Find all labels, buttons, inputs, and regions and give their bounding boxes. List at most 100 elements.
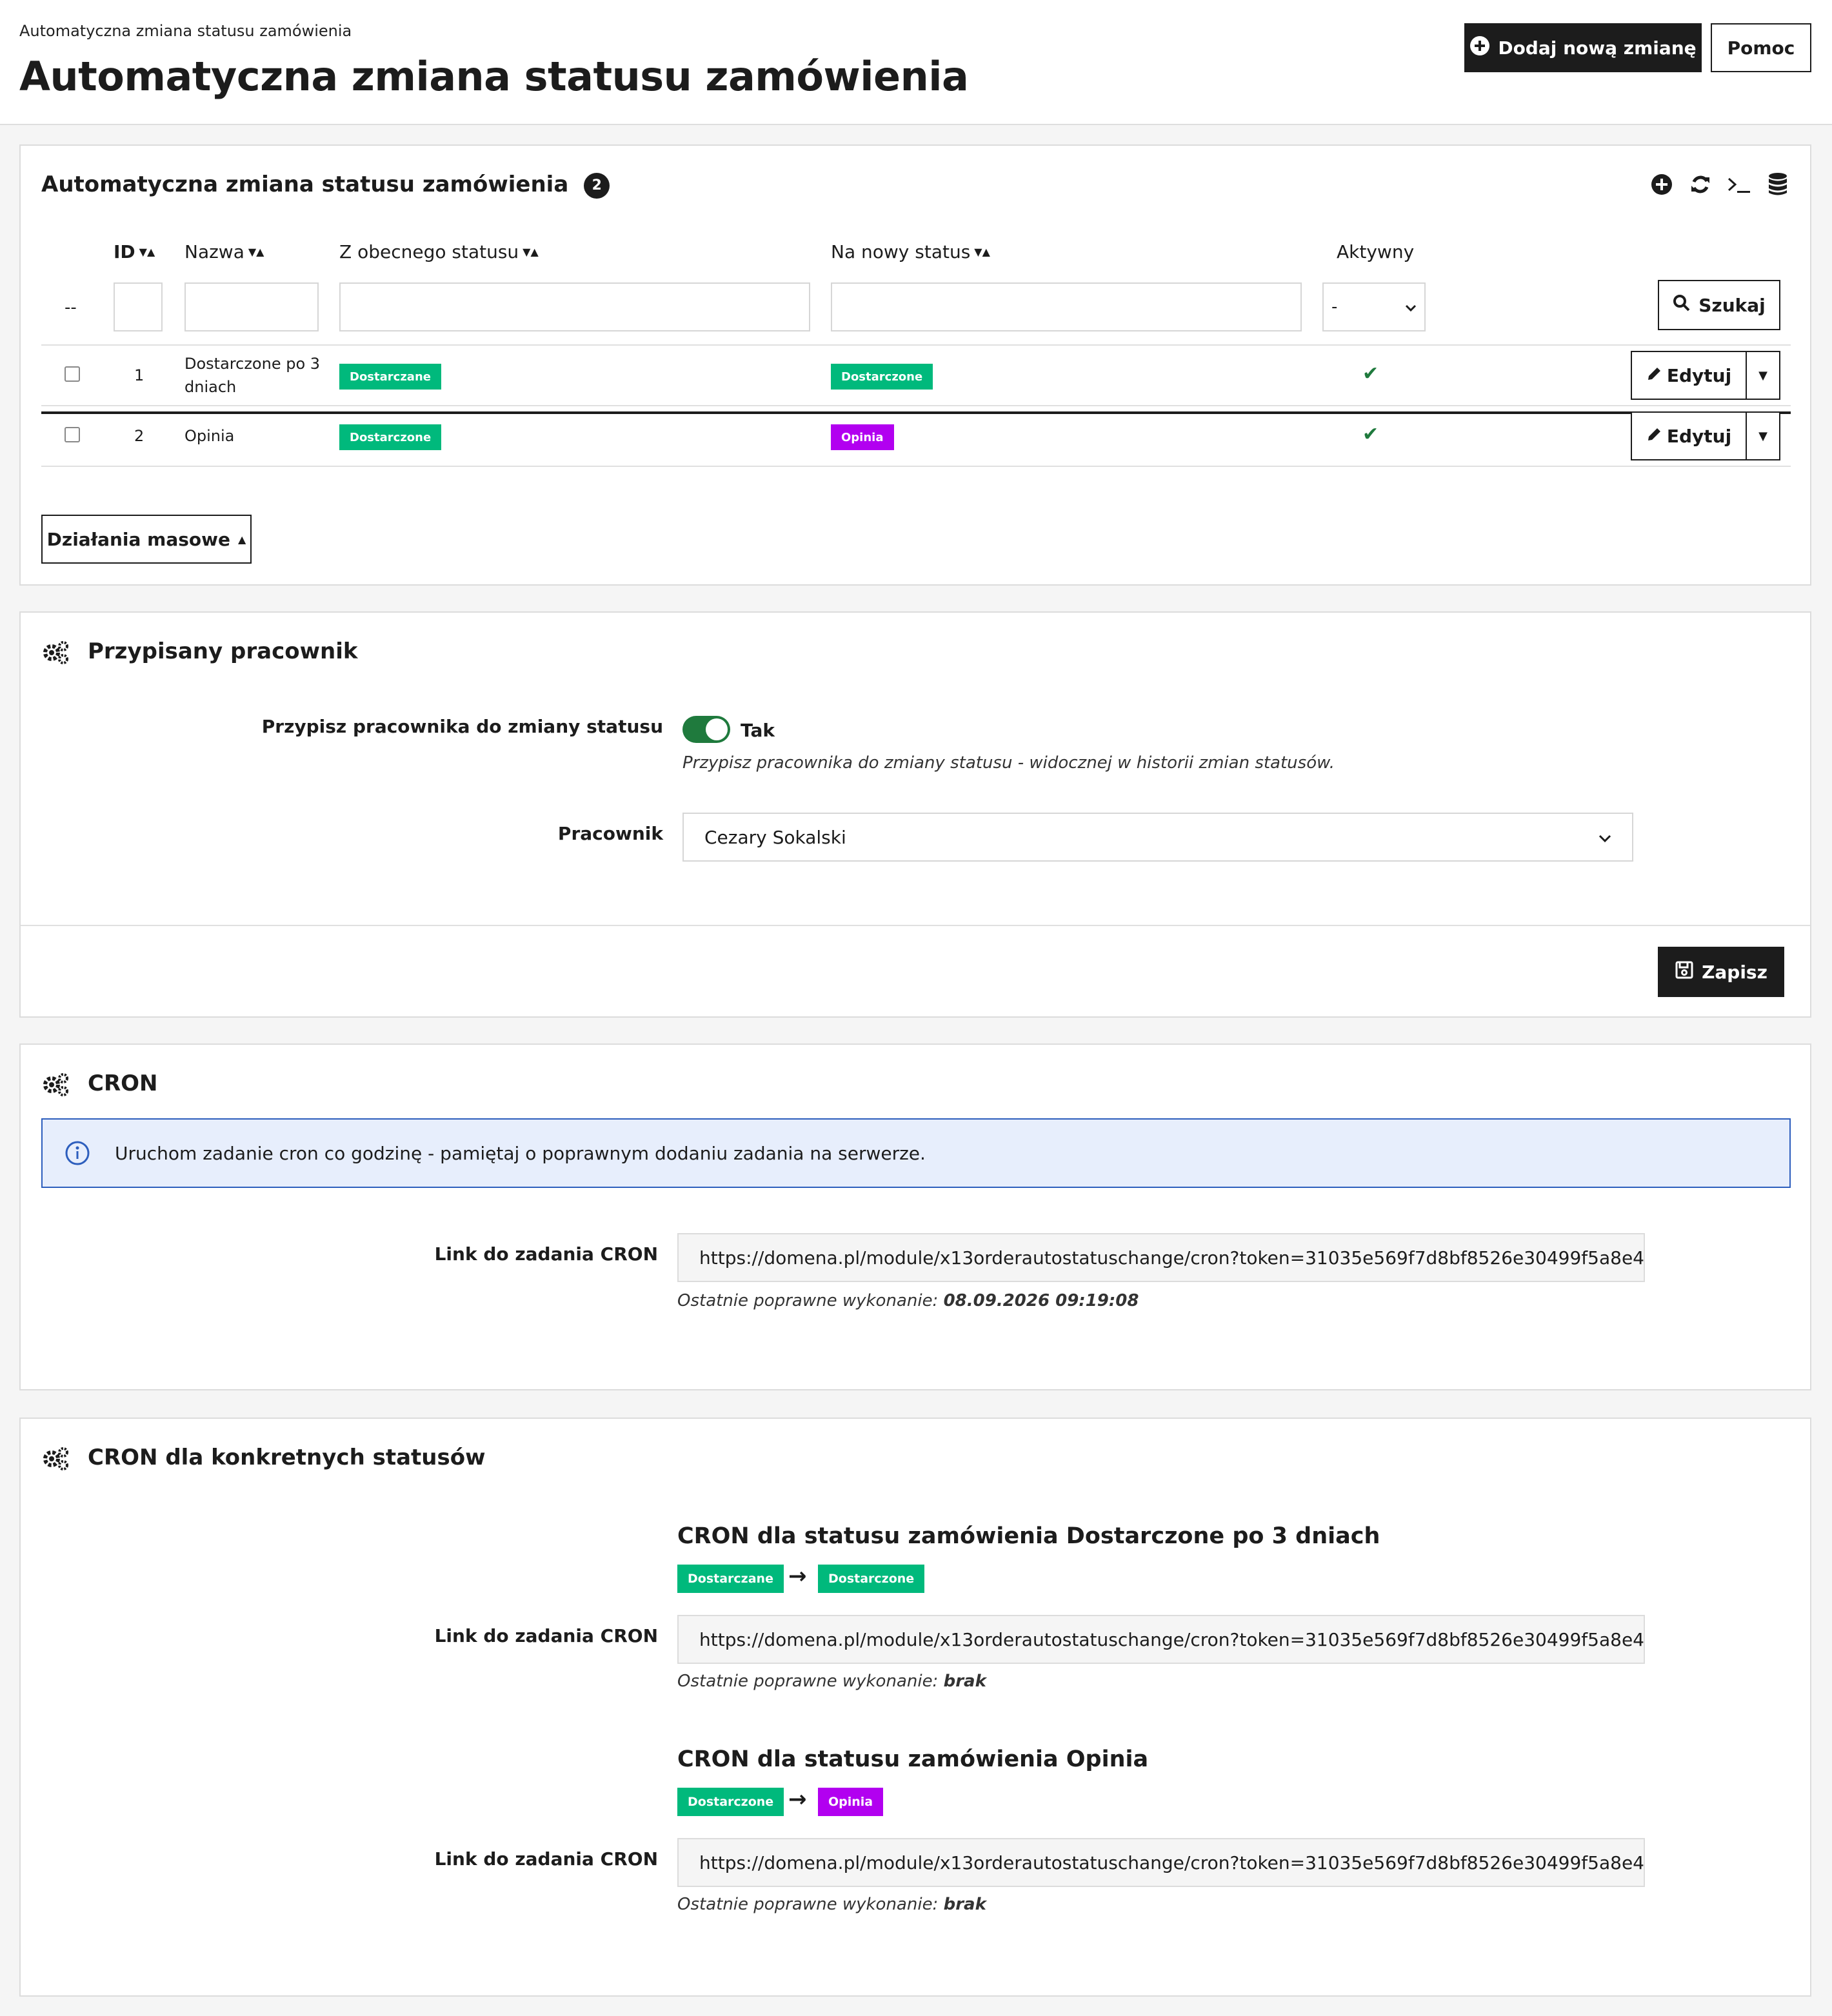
filter-from-status-input[interactable] (339, 282, 810, 331)
cron-last-run-value: brak (943, 1895, 986, 1914)
save-icon (1675, 960, 1694, 984)
terminal-icon[interactable] (1726, 172, 1752, 197)
cron-link-label: Link do zadania CRON (434, 1625, 658, 1646)
filter-placeholder: -- (65, 298, 77, 317)
gears-icon (41, 638, 70, 667)
refresh-icon[interactable] (1688, 172, 1713, 197)
filter-active-select[interactable]: - (1322, 282, 1426, 331)
bulk-actions-button[interactable]: Działania masowe ▲ (41, 515, 252, 564)
column-from-status[interactable]: Z obecnego statusu ▼▲ (339, 241, 539, 262)
search-button[interactable]: Szukaj (1658, 280, 1780, 330)
search-label: Szukaj (1698, 294, 1766, 316)
edit-button[interactable]: Edytuj (1632, 352, 1747, 399)
sort-icon[interactable]: ▼▲ (139, 246, 155, 258)
cron-link-field[interactable]: https://domena.pl/module/x13orderautosta… (677, 1233, 1645, 1282)
info-alert-text: Uruchom zadanie cron co godzinę - pamięt… (115, 1142, 926, 1164)
edit-button-group: Edytuj ▼ (1631, 411, 1780, 460)
to-status-tag: Opinia (818, 1788, 884, 1816)
edit-label: Edytuj (1666, 425, 1732, 447)
cron-last-run: Ostatnie poprawne wykonanie: brak (677, 1895, 986, 1914)
bulk-actions-label: Działania masowe (46, 528, 230, 550)
column-active-label: Aktywny (1337, 241, 1415, 262)
active-check-icon[interactable]: ✔ (1362, 423, 1379, 446)
list-panel-title: Automatyczna zmiana statusu zamówienia 2 (41, 172, 610, 199)
row-divider (41, 405, 1791, 406)
help-button[interactable]: Pomoc (1711, 23, 1811, 72)
breadcrumb[interactable]: Automatyczna zmiana statusu zamówienia (19, 22, 352, 40)
plus-circle-icon (1469, 35, 1490, 61)
filter-name-input[interactable] (184, 282, 319, 331)
column-from-status-label: Z obecnego statusu (339, 241, 519, 262)
cron-last-run-value: 08.09.2026 09:19:08 (943, 1291, 1139, 1310)
cron-link-label: Link do zadania CRON (434, 1243, 658, 1265)
pencil-icon (1646, 365, 1662, 386)
database-icon[interactable] (1765, 172, 1791, 197)
row-divider (41, 466, 1791, 467)
cron-link-field[interactable]: https://domena.pl/module/x13orderautosta… (677, 1615, 1645, 1664)
save-label: Zapisz (1702, 961, 1767, 983)
employee-label: Pracownik (557, 823, 663, 844)
add-new-change-label: Dodaj nową zmianę (1498, 37, 1697, 59)
edit-dropdown-toggle[interactable]: ▼ (1747, 413, 1779, 459)
search-icon (1673, 294, 1691, 317)
assign-employee-label: Przypisz pracownika do zmiany statusu (261, 716, 663, 737)
caret-down-icon: ▼ (1758, 429, 1767, 443)
caret-down-icon: ▼ (1758, 368, 1767, 382)
sort-icon[interactable]: ▼▲ (974, 246, 990, 258)
edit-label: Edytuj (1666, 364, 1732, 386)
cron-link-field[interactable]: https://domena.pl/module/x13orderautosta… (677, 1838, 1645, 1887)
panel-footer-divider (21, 925, 1810, 926)
cron-last-run: Ostatnie poprawne wykonanie: brak (677, 1672, 986, 1691)
cron-status-heading: CRON dla statusu zamówienia Opinia (677, 1746, 1149, 1772)
count-badge: 2 (584, 172, 610, 199)
assign-employee-toggle[interactable] (682, 716, 730, 743)
arrow-right-icon: → (788, 1563, 807, 1589)
edit-button[interactable]: Edytuj (1632, 413, 1747, 459)
row-name: Dostarczone po 3 (184, 355, 321, 373)
arrow-right-icon: → (788, 1786, 807, 1812)
list-panel: Automatyczna zmiana statusu zamówienia 2 … (19, 144, 1811, 586)
row-checkbox[interactable] (65, 366, 80, 382)
filter-id-input[interactable] (114, 282, 163, 331)
employee-panel: Przypisany pracownik Przypisz pracownika… (19, 611, 1811, 1018)
pencil-icon (1646, 426, 1662, 447)
employee-select[interactable]: Cezary Sokalski (682, 813, 1633, 862)
cron-status-panel-title: CRON dla konkretnych statusów (88, 1445, 486, 1470)
column-active: Aktywny (1337, 241, 1414, 262)
from-status-tag: Dostarczone (339, 424, 442, 450)
page-title: Automatyczna zmiana statusu zamówienia (19, 53, 969, 100)
cron-link-label: Link do zadania CRON (434, 1848, 658, 1870)
add-icon[interactable] (1649, 172, 1675, 197)
cron-last-run-label: Ostatnie poprawne wykonanie: (677, 1291, 939, 1310)
save-button[interactable]: Zapisz (1658, 947, 1784, 997)
assign-employee-help: Przypisz pracownika do zmiany statusu - … (682, 753, 1335, 773)
chevron-down-icon (1405, 297, 1417, 317)
column-id-label: ID (114, 241, 135, 262)
to-status-tag: Dostarczone (818, 1565, 925, 1593)
from-status-tag: Dostarczane (339, 364, 441, 390)
column-name-label: Nazwa (184, 241, 244, 262)
row-checkbox[interactable] (65, 427, 80, 442)
info-icon (65, 1140, 90, 1166)
employee-panel-title: Przypisany pracownik (88, 638, 358, 664)
row-id: 1 (134, 366, 144, 384)
cron-status-heading: CRON dla statusu zamówienia Dostarczone … (677, 1523, 1380, 1549)
row-divider (41, 344, 1791, 346)
column-to-status[interactable]: Na nowy status ▼▲ (831, 241, 990, 262)
column-id[interactable]: ID ▼▲ (114, 241, 155, 262)
row-name: Opinia (184, 427, 235, 445)
row-id: 2 (134, 427, 144, 445)
edit-button-group: Edytuj ▼ (1631, 351, 1780, 400)
sort-icon[interactable]: ▼▲ (523, 246, 539, 258)
filter-to-status-input[interactable] (831, 282, 1302, 331)
active-check-icon[interactable]: ✔ (1362, 362, 1379, 385)
edit-dropdown-toggle[interactable]: ▼ (1747, 352, 1779, 399)
sort-icon[interactable]: ▼▲ (248, 246, 264, 258)
gears-icon (41, 1071, 70, 1099)
cron-last-run-label: Ostatnie poprawne wykonanie: (677, 1672, 939, 1691)
add-new-change-button[interactable]: Dodaj nową zmianę (1464, 23, 1702, 72)
list-panel-title-text: Automatyczna zmiana statusu zamówienia (41, 172, 569, 197)
cron-panel-title: CRON (88, 1071, 158, 1096)
cron-last-run-value: brak (943, 1672, 986, 1691)
column-name[interactable]: Nazwa ▼▲ (184, 241, 264, 262)
